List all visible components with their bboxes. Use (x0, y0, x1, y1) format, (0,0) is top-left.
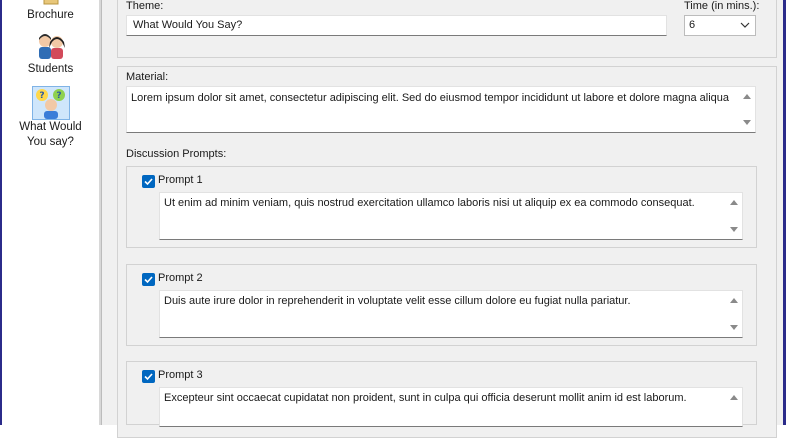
prompt-text: Excepteur sint occaecat cupidatat non pr… (164, 392, 687, 404)
prompt-text: Duis aute irure dolor in reprehenderit i… (164, 295, 631, 307)
time-label: Time (in mins.): (684, 0, 760, 12)
prompt-title: Prompt 2 (158, 272, 203, 284)
svg-text:?: ? (56, 91, 61, 101)
time-select-value: 6 (689, 19, 696, 31)
chevron-down-icon (740, 22, 750, 28)
material-scrollbar[interactable] (740, 88, 754, 131)
main-panel: Theme: Time (in mins.): What Would You S… (102, 0, 783, 438)
material-label: Material: (126, 71, 169, 83)
svg-text:?: ? (39, 91, 44, 101)
scroll-down-icon[interactable] (742, 119, 752, 127)
prompt-textarea[interactable]: Duis aute irure dolor in reprehenderit i… (159, 290, 743, 338)
sidebar-item-label: Students (27, 63, 74, 75)
prompt-scrollbar[interactable] (727, 292, 741, 336)
theme-label: Theme: (126, 0, 164, 12)
prompt-group-3: Prompt 3 Excepteur sint occaecat cupidat… (126, 361, 757, 427)
prompt-checkbox[interactable] (142, 273, 155, 286)
prompt-title: Prompt 1 (158, 174, 203, 186)
sidebar-item-what-would-you-say[interactable]: ? ? What Would You say? (2, 86, 99, 150)
students-icon (38, 34, 65, 59)
sidebar-item-label: Brochure (27, 9, 74, 21)
prompt-checkbox[interactable] (142, 175, 155, 188)
prompt-scrollbar[interactable] (727, 389, 741, 425)
sidebar-item-label: What Would You say? (19, 121, 82, 148)
brochure-icon (43, 0, 58, 5)
prompt-text: Ut enim ad minim veniam, quis nostrud ex… (164, 197, 695, 209)
checkmark-icon (144, 178, 153, 186)
prompt-textarea[interactable]: Ut enim ad minim veniam, quis nostrud ex… (159, 192, 743, 240)
prompt-group-2: Prompt 2 Duis aute irure dolor in repreh… (126, 264, 757, 346)
discussion-prompts-label: Discussion Prompts: (126, 148, 227, 160)
checkmark-icon (144, 373, 153, 381)
prompt-checkbox[interactable] (142, 370, 155, 383)
time-select[interactable]: 6 (684, 15, 756, 36)
prompt-textarea[interactable]: Excepteur sint occaecat cupidatat non pr… (159, 387, 743, 427)
scroll-down-icon[interactable] (729, 226, 739, 234)
scroll-up-icon[interactable] (742, 92, 752, 100)
sidebar-item-brochure[interactable]: Brochure (2, 0, 99, 23)
theme-input[interactable]: What Would You Say? (126, 15, 667, 36)
prompt-group-1: Prompt 1 Ut enim ad minim veniam, quis n… (126, 166, 757, 248)
scroll-up-icon[interactable] (729, 296, 739, 304)
sidebar-item-students[interactable]: Students (2, 32, 99, 77)
what-would-you-say-icon: ? ? (31, 86, 70, 120)
scroll-up-icon[interactable] (729, 393, 739, 401)
scroll-up-icon[interactable] (729, 198, 739, 206)
material-textarea[interactable]: Lorem ipsum dolor sit amet, consectetur … (126, 86, 756, 133)
sidebar: Brochure Students ? ? What Would You say? (2, 0, 99, 425)
checkmark-icon (144, 276, 153, 284)
material-text: Lorem ipsum dolor sit amet, consectetur … (131, 92, 729, 104)
prompt-title: Prompt 3 (158, 369, 203, 381)
scroll-down-icon[interactable] (729, 324, 739, 332)
prompt-scrollbar[interactable] (727, 194, 741, 238)
